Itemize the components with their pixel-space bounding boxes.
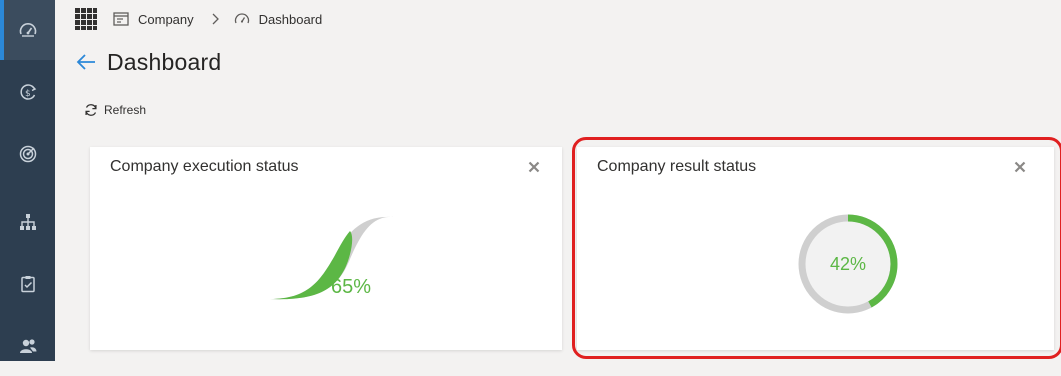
org-chart-icon <box>19 214 36 230</box>
nav-item-dashboard[interactable] <box>0 0 55 60</box>
page-title: Dashboard <box>107 48 222 75</box>
result-percent-label: 42% <box>829 253 867 274</box>
breadcrumb-company[interactable]: Company <box>113 11 194 27</box>
people-icon <box>19 339 36 353</box>
nav-item-people[interactable] <box>0 316 55 376</box>
close-icon <box>528 161 540 173</box>
nav-item-organization[interactable] <box>0 192 55 252</box>
money-cycle-icon: $ <box>19 84 36 100</box>
nav-item-goals[interactable] <box>0 124 55 184</box>
company-icon <box>113 12 129 26</box>
breadcrumb-separator <box>210 13 220 25</box>
result-status-title: Company result status <box>597 158 757 175</box>
chevron-right-icon <box>212 13 219 25</box>
left-nav-rail: $ <box>0 0 55 361</box>
execution-status-title: Company execution status <box>110 158 299 175</box>
back-arrow-icon[interactable] <box>75 51 97 73</box>
target-icon <box>19 145 36 163</box>
breadcrumb-dashboard-label: Dashboard <box>258 11 323 27</box>
page-header: Dashboard <box>75 44 221 80</box>
refresh-icon <box>85 104 97 116</box>
refresh-button[interactable]: Refresh <box>84 100 146 120</box>
app-launcher-icon[interactable] <box>75 8 97 30</box>
clipboard-check-icon <box>20 276 35 293</box>
result-tile-close-button[interactable] <box>1012 159 1028 175</box>
execution-tile-close-button[interactable] <box>526 159 542 175</box>
dashboard-icon <box>19 23 36 37</box>
nav-item-tasks[interactable] <box>0 254 55 314</box>
result-status-tile: Company result status 42% <box>577 147 1054 350</box>
top-bar: Company Dashboard <box>55 0 1061 38</box>
nav-item-finance[interactable]: $ <box>0 62 55 122</box>
dashboard-gauge-icon <box>234 13 249 24</box>
svg-text:$: $ <box>25 89 31 99</box>
refresh-label: Refresh <box>104 103 147 117</box>
execution-status-tile: Company execution status 65% <box>90 147 562 350</box>
execution-percent-label: 65% <box>331 276 372 298</box>
close-icon <box>1014 161 1026 173</box>
breadcrumb-company-label: Company <box>138 11 194 27</box>
breadcrumb-dashboard[interactable]: Dashboard <box>234 11 323 27</box>
